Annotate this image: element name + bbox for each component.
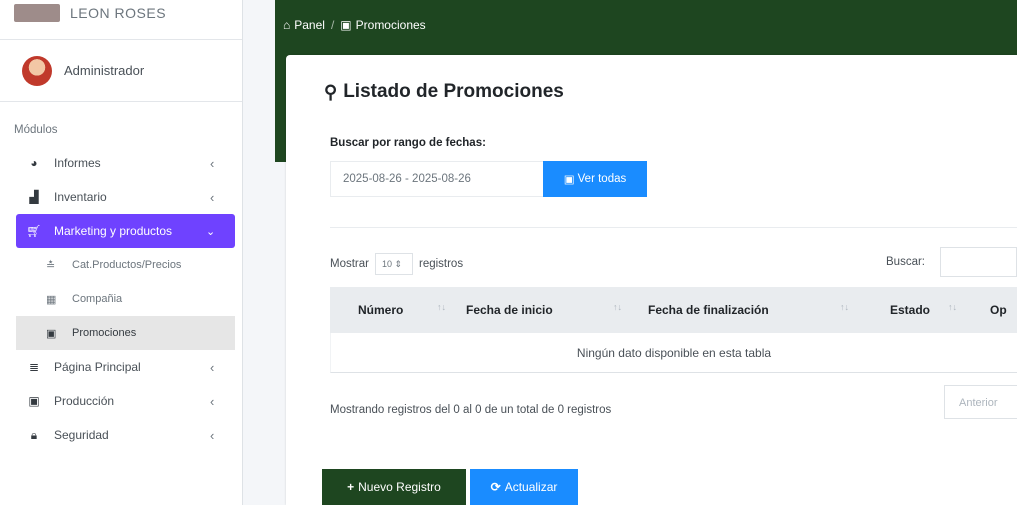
- sidebar-item-pagina-principal[interactable]: ≣ Página Principal ‹: [0, 350, 234, 384]
- sidebar-item-label: Producción: [54, 394, 115, 408]
- breadcrumb-separator: /: [330, 18, 335, 32]
- sort-icon[interactable]: ↑↓: [840, 302, 849, 312]
- search-input[interactable]: [940, 247, 1017, 277]
- home-icon: ⌂: [283, 18, 291, 32]
- column-numero[interactable]: Número: [358, 303, 403, 317]
- avatar: [22, 55, 52, 86]
- sort-icon[interactable]: ↑↓: [437, 302, 446, 312]
- chevron-left-icon: ‹: [210, 359, 215, 375]
- table-header: Número ↑↓ Fecha de inicio ↑↓ Fecha de fi…: [330, 287, 1017, 333]
- sidebar-item-produccion[interactable]: ▣ Producción ‹: [0, 384, 234, 418]
- sidebar-item-informes[interactable]: ◕ Informes ‹: [0, 146, 234, 180]
- cart-icon: 🛒︎: [26, 224, 42, 238]
- calendar-icon: ▣: [28, 394, 40, 408]
- refresh-button[interactable]: ⟳ Actualizar: [470, 469, 578, 505]
- date-range-input[interactable]: 2025-08-26 - 2025-08-26: [330, 161, 544, 197]
- sidebar-item-label: Compañia: [72, 293, 123, 305]
- lock-icon: 🔒︎: [30, 427, 38, 442]
- list-icon: ≣: [28, 360, 40, 374]
- new-record-button[interactable]: + Nuevo Registro: [322, 469, 466, 505]
- tag-icon: ≛: [46, 259, 56, 272]
- sidebar-item-label: Cat.Productos/Precios: [72, 259, 182, 271]
- breadcrumb-current: Promociones: [355, 18, 426, 32]
- page-title-text: Listado de Promociones: [343, 81, 564, 102]
- chevron-left-icon: ‹: [210, 155, 215, 171]
- ver-todas-label: Ver todas: [577, 173, 627, 185]
- sidebar-subitem-productos[interactable]: ≛ Cat.Productos/Precios: [16, 248, 235, 282]
- page-title: ⚲ Listado de Promociones: [324, 81, 564, 103]
- sidebar-item-label: Marketing y productos: [54, 224, 173, 238]
- sort-icon[interactable]: ↑↓: [613, 302, 622, 312]
- sidebar-item-marketing[interactable]: 🛒︎ Marketing y productos ⌄: [16, 214, 235, 248]
- brand[interactable]: LEON ROSES: [0, 0, 242, 40]
- plus-icon: +: [347, 480, 355, 494]
- length-prefix: Mostrar: [330, 258, 369, 270]
- nav-header: Módulos: [14, 124, 58, 136]
- table-length: Mostrar 10 ⇕ registros: [330, 253, 463, 275]
- sidebar-item-label: Informes: [54, 156, 101, 170]
- sidebar-item-label: Página Principal: [54, 360, 141, 374]
- search-label: Buscar:: [886, 256, 925, 268]
- sidebar-item-seguridad[interactable]: 🔒︎ Seguridad ‹: [0, 418, 234, 452]
- divider: [330, 227, 1017, 228]
- refresh-label: Actualizar: [504, 480, 558, 494]
- sidebar-item-inventario[interactable]: ▟ Inventario ‹: [0, 180, 234, 214]
- chevron-down-icon: ⌄: [206, 225, 216, 238]
- sidebar-subitem-promociones[interactable]: ▣ Promociones: [16, 316, 235, 350]
- promotions-card: ⚲ Listado de Promociones Buscar por rang…: [286, 55, 1017, 505]
- column-fecha-fin[interactable]: Fecha de finalización: [648, 303, 769, 317]
- table-info: Mostrando registros del 0 al 0 de un tot…: [330, 404, 612, 416]
- sidebar-item-label: Promociones: [72, 327, 137, 339]
- breadcrumb: ⌂ Panel / ▣ Promociones: [283, 18, 426, 32]
- empty-row: Ningún dato disponible en esta tabla: [330, 333, 1017, 373]
- chevron-left-icon: ‹: [210, 427, 215, 443]
- column-fecha-inicio[interactable]: Fecha de inicio: [466, 303, 553, 317]
- breadcrumb-home[interactable]: Panel: [294, 18, 325, 32]
- calendar-icon: ▣: [563, 174, 575, 186]
- sidebar-item-label: Seguridad: [54, 428, 109, 442]
- promotions-table: Número ↑↓ Fecha de inicio ↑↓ Fecha de fi…: [330, 287, 1017, 373]
- search-icon: ⚲: [324, 81, 338, 102]
- chevron-left-icon: ‹: [210, 189, 215, 205]
- building-icon: ▦: [46, 293, 57, 306]
- brand-logo: [14, 3, 60, 22]
- new-record-label: Nuevo Registro: [358, 480, 441, 494]
- calendar-icon: ▣: [340, 18, 352, 32]
- column-opciones[interactable]: Op: [990, 303, 1007, 317]
- previous-page-button[interactable]: Anterior: [944, 385, 1017, 419]
- sort-icon[interactable]: ↑↓: [948, 302, 957, 312]
- sidebar-subitem-compania[interactable]: ▦ Compañia: [16, 282, 235, 316]
- sidebar-item-label: Inventario: [54, 190, 107, 204]
- column-estado[interactable]: Estado: [890, 303, 930, 317]
- brand-name: LEON ROSES: [70, 4, 167, 21]
- pie-chart-icon: ◕: [30, 156, 38, 170]
- refresh-icon: ⟳: [490, 480, 501, 494]
- length-value: 10: [381, 259, 392, 269]
- length-select[interactable]: 10 ⇕: [374, 253, 413, 275]
- calendar-icon: ▣: [46, 327, 57, 340]
- user-panel[interactable]: Administrador: [0, 40, 242, 102]
- sidebar: LEON ROSES Administrador Módulos ◕ Infor…: [0, 0, 243, 505]
- ver-todas-button[interactable]: ▣ Ver todas: [543, 161, 647, 197]
- date-range-label: Buscar por rango de fechas:: [330, 137, 486, 149]
- chevron-left-icon: ‹: [210, 393, 215, 409]
- boxes-icon: ▟: [29, 190, 39, 204]
- user-name: Administrador: [64, 63, 145, 78]
- length-suffix: registros: [418, 258, 464, 270]
